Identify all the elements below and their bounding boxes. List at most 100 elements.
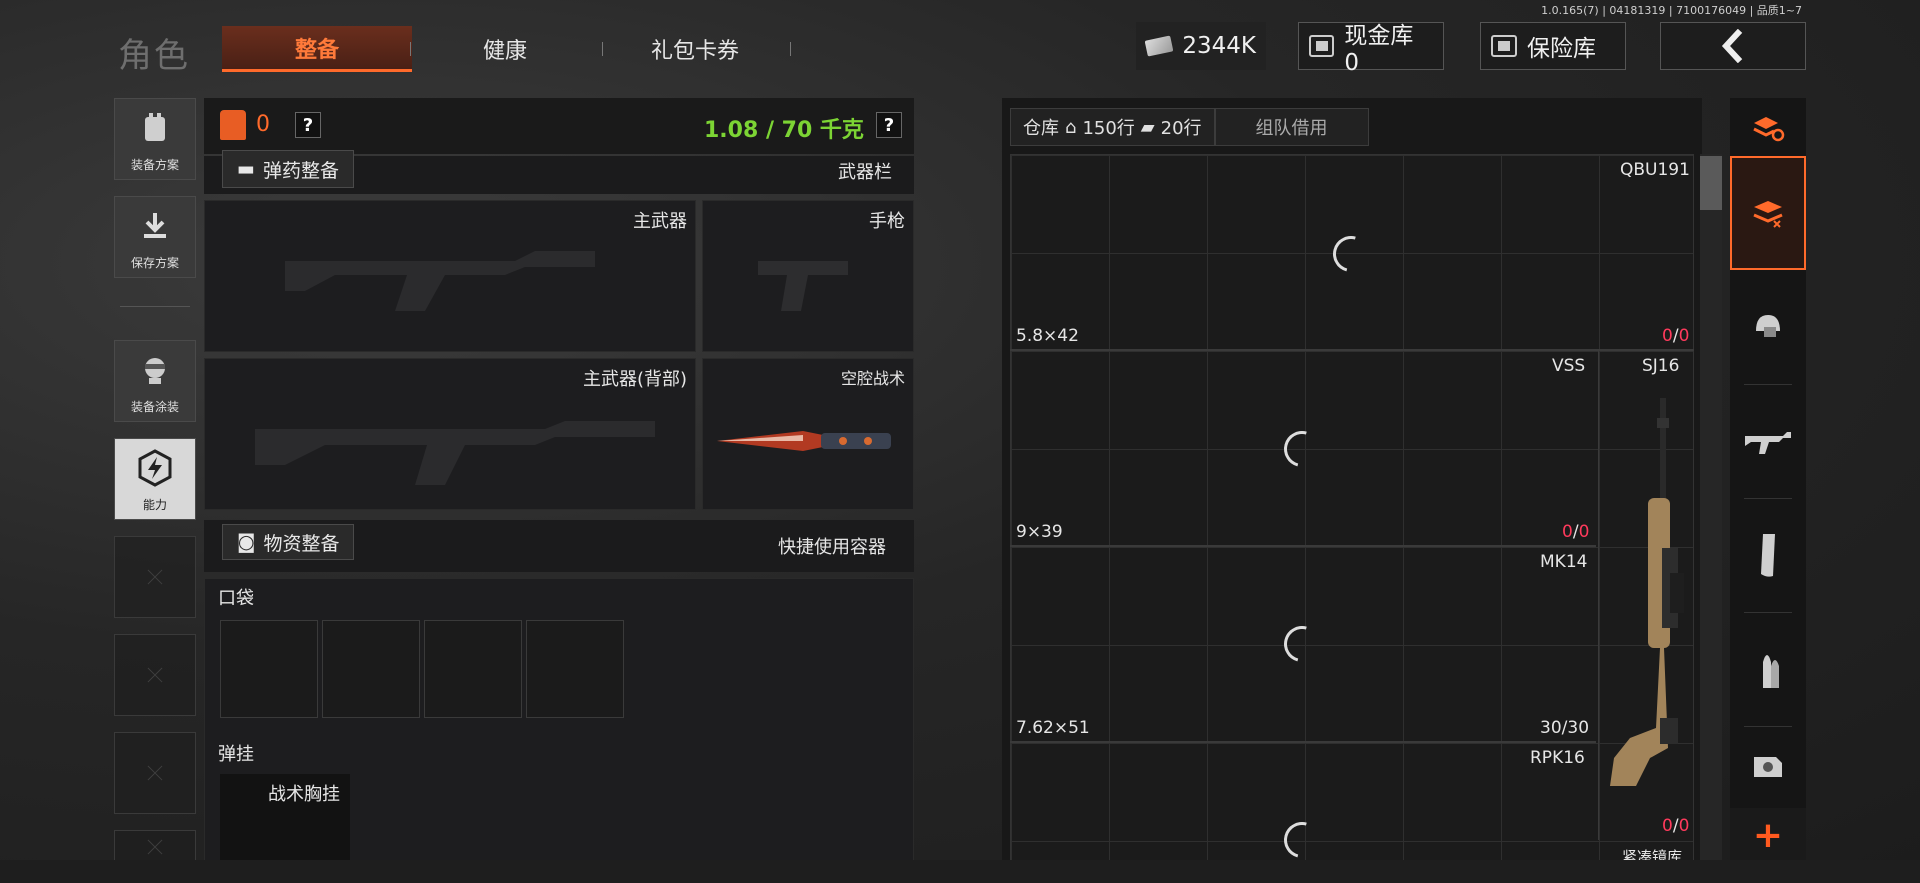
lightning-hex-icon — [135, 439, 175, 496]
tab-health[interactable]: 健康 — [430, 26, 580, 72]
gun-name: VSS — [1552, 356, 1586, 376]
gun-name: QBU191 — [1620, 160, 1690, 180]
cash-rows: 20行 — [1160, 118, 1202, 139]
backpack-icon — [220, 110, 246, 140]
safe-icon — [1491, 35, 1517, 57]
ammo-count: 0/0 — [1662, 326, 1690, 346]
rig-slot[interactable]: 战术胸挂 — [220, 774, 350, 863]
tab-separator — [602, 42, 603, 56]
pocket-label: 口袋 — [218, 588, 254, 609]
sidebar-item-label: 装备涂装 — [130, 400, 179, 414]
sidebar-empty-slot — [114, 536, 196, 618]
money-display[interactable]: 2344K — [1136, 22, 1266, 70]
ammo-loadout-label: 弹药整备 — [262, 159, 339, 182]
ammo-count: 30/30 — [1540, 718, 1590, 738]
caliber-label: 5.8×42 — [1016, 326, 1079, 346]
melee-slot[interactable]: 空腔战术 — [702, 358, 914, 510]
sidebar-empty-slot — [114, 634, 196, 716]
add-button[interactable]: + — [1730, 808, 1806, 863]
weight-display: 1.08 / 70 千克 — [704, 118, 864, 143]
tab-loadout[interactable]: 整备 — [222, 26, 412, 72]
help-button[interactable]: ? — [295, 112, 321, 138]
pistol-label: 手枪 — [869, 211, 905, 232]
cash-vault-button[interactable]: 现金库 0 — [1298, 22, 1444, 76]
cash-icon — [1144, 35, 1174, 57]
home-icon: ⌂ — [1065, 116, 1077, 138]
supply-loadout-label: 物资整备 — [263, 532, 340, 555]
helmet-icon[interactable] — [1730, 270, 1806, 384]
primary-weapon-label: 主武器 — [633, 211, 687, 232]
ammo-count: 0/0 — [1562, 522, 1590, 542]
magazine-icon[interactable] — [1730, 498, 1806, 612]
row-separator — [1010, 349, 1694, 351]
row-separator — [1010, 741, 1596, 743]
bullet-icon[interactable] — [1730, 612, 1806, 726]
sniper-rifle-icon — [1610, 398, 1684, 786]
primary-weapon-slot[interactable]: 主武器 — [204, 200, 696, 352]
sidebar-item-ability[interactable]: 能力 — [114, 438, 196, 520]
stack-refresh-icon[interactable] — [1730, 100, 1806, 156]
sidebar-item-label: 装备方案 — [130, 158, 179, 172]
warehouse-scroll-thumb[interactable] — [1700, 156, 1722, 210]
sidebar-item-loadout-plan[interactable]: 装备方案 — [114, 98, 196, 180]
weight-help-button[interactable]: ? — [876, 112, 902, 138]
back-arrow-icon — [1721, 29, 1743, 63]
money-value: 2344K — [1182, 33, 1256, 59]
tab-gift-vouchers[interactable]: 礼包卡券 — [610, 26, 780, 72]
weapon-bar-label: 武器栏 — [838, 162, 892, 183]
sidebar-empty-slot — [114, 732, 196, 814]
supply-loadout-button[interactable]: ◙ 物资整备 — [222, 524, 355, 560]
gun-name: MK14 — [1540, 552, 1588, 572]
supply-icon: ◙ — [237, 531, 256, 553]
melee-label: 空腔战术 — [840, 369, 905, 388]
pocket-slot[interactable] — [424, 620, 522, 718]
warehouse-rows: 150行 — [1082, 118, 1135, 139]
knife-icon — [717, 431, 891, 451]
vest-icon — [138, 99, 172, 156]
primary-back-weapon-slot[interactable]: 主武器(背部) — [204, 358, 696, 510]
rifle-silhouette-icon — [285, 251, 595, 311]
pistol-silhouette-icon — [758, 261, 848, 311]
ammo-loadout-button[interactable]: ▬ 弹药整备 — [222, 150, 354, 188]
page-title: 角色 — [118, 36, 190, 76]
primary-back-label: 主武器(背部) — [582, 369, 687, 390]
pocket-slot[interactable] — [220, 620, 318, 718]
caliber-label: 7.62×51 — [1016, 718, 1090, 738]
rig-label: 弹挂 — [218, 744, 254, 765]
tab-team-borrow[interactable]: 组队借用 — [1214, 108, 1369, 146]
sidebar-item-skin[interactable]: 装备涂装 — [114, 340, 196, 422]
cash-vault-label: 现金库 0 — [1344, 23, 1414, 76]
pocket-slot[interactable] — [526, 620, 624, 718]
scope-icon[interactable] — [1730, 726, 1806, 806]
safe-label: 保险库 — [1527, 36, 1596, 62]
ammo-icon: ▬ — [237, 158, 255, 180]
tab-warehouse[interactable]: 仓库 ⌂ 150行 ▰ 20行 — [1010, 108, 1215, 146]
sidebar-item-label: 保存方案 — [130, 256, 179, 270]
helmet-head-icon — [137, 341, 173, 398]
back-button[interactable] — [1660, 22, 1806, 70]
row-separator — [1010, 545, 1596, 547]
stack-down-icon[interactable] — [1730, 156, 1806, 270]
warehouse-tab-label: 仓库 — [1023, 118, 1059, 139]
caliber-label: 9×39 — [1016, 522, 1063, 542]
pocket-slot[interactable] — [322, 620, 420, 718]
sidebar-empty-slot — [114, 830, 196, 863]
pistol-slot[interactable]: 手枪 — [702, 200, 914, 352]
quick-container-label: 快捷使用容器 — [778, 537, 886, 558]
gun-name: RPK16 — [1530, 748, 1585, 768]
download-icon — [138, 197, 172, 254]
warehouse-tabs: 仓库 ⌂ 150行 ▰ 20行 组队借用 — [1010, 108, 1369, 146]
safe-button[interactable]: 保险库 — [1480, 22, 1626, 70]
bottom-bar — [0, 860, 1920, 883]
warehouse-scrollbar[interactable] — [1700, 154, 1722, 864]
cash-icon: ▰ — [1140, 116, 1155, 138]
sidebar-item-save-plan[interactable]: 保存方案 — [114, 196, 196, 278]
vault-icon — [1309, 35, 1335, 57]
rig-item-label: 战术胸挂 — [268, 784, 340, 805]
item-count: 0 — [256, 112, 270, 137]
version-text: 1.0.165(7) | 04181319 | 7100176049 | 品质1… — [1541, 4, 1802, 17]
sidebar-divider — [120, 306, 190, 307]
tab-separator — [790, 42, 791, 56]
rifle-silhouette-icon — [255, 421, 655, 485]
rifle-icon[interactable] — [1730, 384, 1806, 498]
